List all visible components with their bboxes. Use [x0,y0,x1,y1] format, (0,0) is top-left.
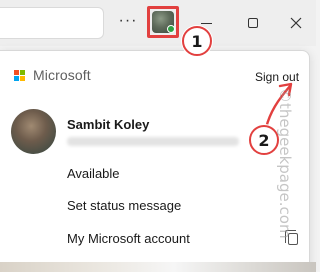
close-button[interactable] [283,10,309,36]
step-2-badge: 2 [249,125,279,155]
my-microsoft-account-link[interactable]: My Microsoft account [67,231,190,246]
title-bar: ··· [0,0,316,46]
address-bar[interactable] [0,7,104,39]
brand-name: Microsoft [33,67,91,83]
microsoft-logo-icon [14,70,26,82]
background-content [0,262,316,272]
maximize-icon [248,18,258,28]
status-available[interactable]: Available [67,166,120,181]
profile-avatar-button[interactable] [147,6,179,38]
set-status-message[interactable]: Set status message [67,198,181,213]
more-options-icon[interactable]: ··· [118,11,138,31]
user-name: Sambit Koley [67,117,150,132]
user-avatar [11,109,56,154]
step-1-badge: 1 [182,26,212,56]
minimize-icon [200,22,212,24]
presence-available-icon [167,25,175,33]
maximize-button[interactable] [240,10,266,36]
close-icon [290,17,302,29]
watermark: ©thegeekpage.com [276,88,294,239]
user-email-redacted [67,137,239,146]
